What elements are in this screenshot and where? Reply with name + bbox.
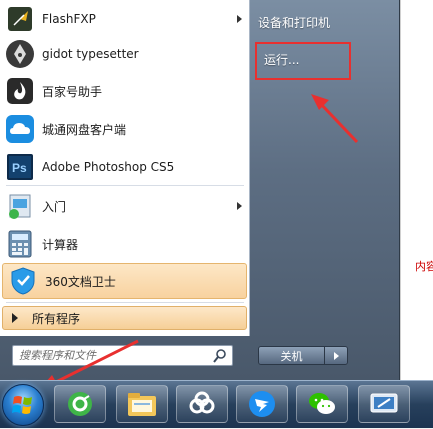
dingtalk-icon: [249, 391, 275, 417]
program-calculator[interactable]: 计算器: [0, 225, 250, 263]
pen-nib-icon: [4, 38, 36, 70]
cloud-drive-icon: [4, 113, 36, 145]
chevron-right-icon: [333, 351, 339, 360]
taskbar-wechat[interactable]: [296, 385, 348, 423]
taskbar-file-explorer[interactable]: [116, 385, 168, 423]
baidu-netdisk-icon: [189, 391, 215, 414]
taskbar-dingtalk[interactable]: [236, 385, 288, 423]
start-menu: FlashFXP gidot typesetter 百家号助手 城通网盘客户端 …: [0, 0, 400, 380]
all-programs-label: 所有程序: [32, 311, 81, 326]
program-label: 计算器: [42, 237, 79, 252]
program-label: 360文档卫士: [45, 274, 116, 289]
baijiahao-icon: [4, 75, 36, 107]
windows-logo-icon: [12, 396, 32, 414]
background-page: 内容: [400, 0, 433, 380]
browser-360-icon: [68, 392, 92, 416]
devices-printers-link[interactable]: 设备和打印机: [258, 14, 330, 31]
photoshop-icon: Ps: [4, 151, 36, 183]
wechat-icon: [309, 393, 335, 414]
search-icon[interactable]: [212, 348, 228, 364]
program-label: 百家号助手: [42, 84, 103, 99]
program-label: FlashFXP: [42, 12, 96, 26]
program-label: 城通网盘客户端: [42, 122, 127, 137]
calculator-icon: [4, 228, 36, 260]
program-gidot-typesetter[interactable]: gidot typesetter: [0, 35, 250, 73]
search-input[interactable]: [13, 348, 212, 363]
divider: [6, 302, 244, 303]
program-flashfxp[interactable]: FlashFXP: [0, 0, 250, 38]
getting-started-icon: [4, 190, 36, 222]
program-label: gidot typesetter: [42, 47, 139, 61]
page-side-text: 内容: [415, 260, 433, 273]
remote-desktop-icon: [370, 393, 398, 413]
start-button[interactable]: [2, 384, 44, 426]
programs-panel: FlashFXP gidot typesetter 百家号助手 城通网盘客户端 …: [0, 0, 250, 336]
shutdown-button-group: 关机: [258, 346, 348, 365]
svg-text:Ps: Ps: [12, 161, 27, 175]
taskbar-remote-desktop[interactable]: [358, 385, 410, 423]
divider: [6, 185, 244, 186]
shutdown-options-button[interactable]: [324, 347, 347, 364]
program-ctdisk[interactable]: 城通网盘客户端: [0, 110, 250, 148]
program-getting-started[interactable]: 入门: [0, 187, 250, 225]
expand-arrow-icon: [12, 313, 18, 323]
program-label: 入门: [42, 199, 67, 214]
program-photoshop[interactable]: Ps Adobe Photoshop CS5: [0, 148, 250, 186]
all-programs-button[interactable]: 所有程序: [2, 306, 247, 330]
submenu-arrow-icon: [237, 202, 242, 210]
shutdown-button[interactable]: 关机: [259, 347, 324, 364]
taskbar-360-browser[interactable]: [54, 385, 106, 423]
program-label: Adobe Photoshop CS5: [42, 160, 175, 174]
program-360-doc-guard[interactable]: 360文档卫士: [2, 263, 247, 299]
flashfxp-icon: [4, 3, 36, 35]
file-explorer-icon: [128, 393, 156, 416]
program-baijiahao[interactable]: 百家号助手: [0, 72, 250, 110]
annotation-highlight-box: [255, 42, 351, 80]
submenu-arrow-icon: [237, 15, 242, 23]
search-box[interactable]: [12, 345, 233, 366]
360-shield-icon: [7, 265, 39, 297]
taskbar-baidu-netdisk[interactable]: [176, 385, 228, 423]
